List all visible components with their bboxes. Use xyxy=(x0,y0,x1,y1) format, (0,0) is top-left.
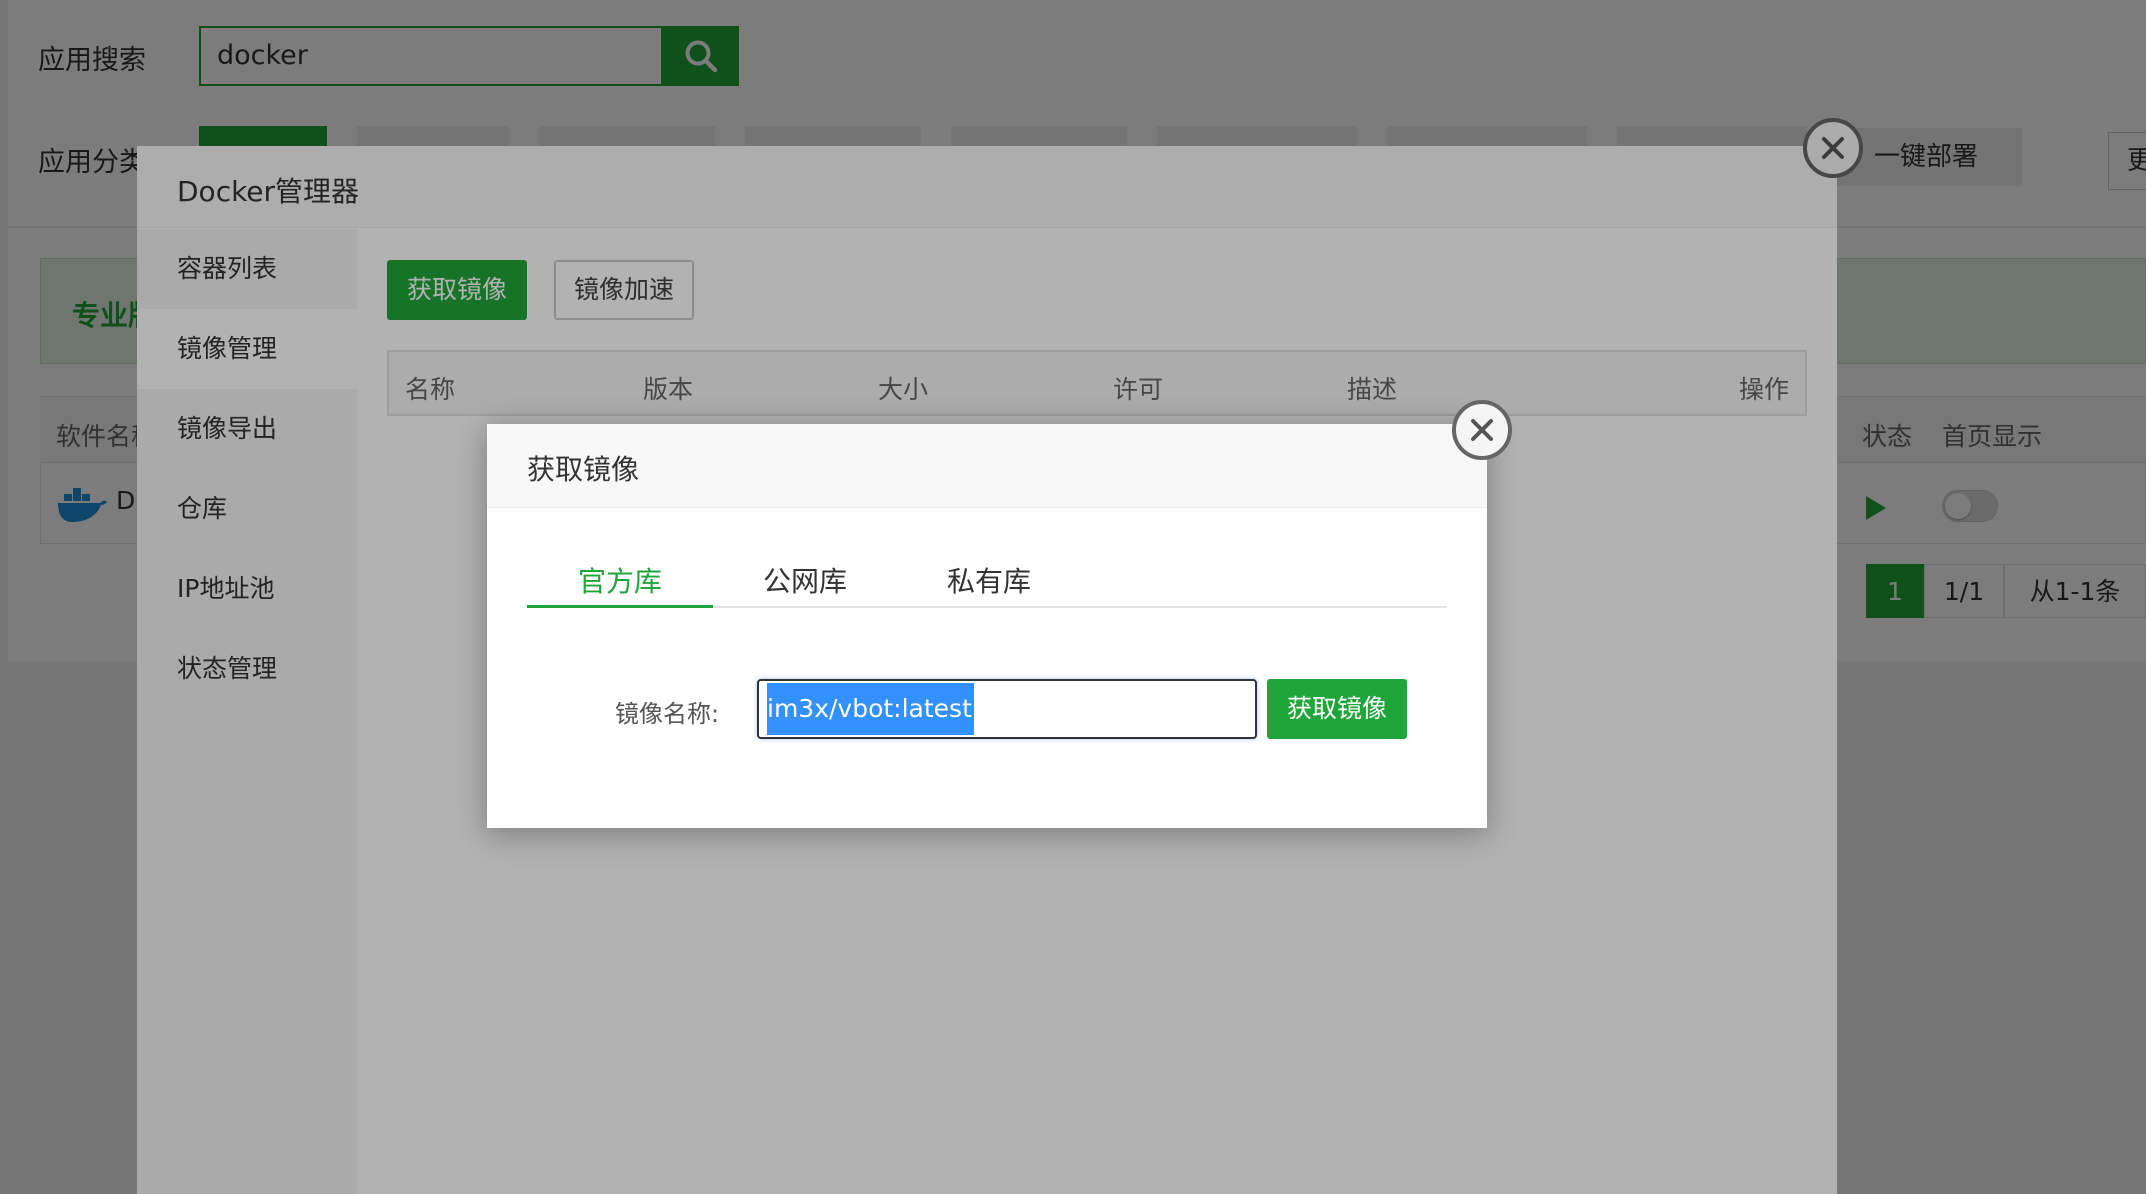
fetch-image-dialog: 获取镜像 官方库 公网库 私有库 镜像名称: im3x/vbot:latest … xyxy=(487,424,1487,828)
fetch-image-title-bar: 获取镜像 xyxy=(487,424,1487,508)
close-icon xyxy=(1471,419,1493,441)
tab-private-repo[interactable]: 私有库 xyxy=(897,560,1081,608)
fetch-image-title: 获取镜像 xyxy=(527,453,640,486)
image-name-label: 镜像名称: xyxy=(615,700,720,728)
fetch-image-submit-button[interactable]: 获取镜像 xyxy=(1267,679,1407,739)
image-name-input-value: im3x/vbot:latest xyxy=(767,683,974,735)
tab-official-repo[interactable]: 官方库 xyxy=(527,560,713,608)
tab-public-repo[interactable]: 公网库 xyxy=(713,560,897,608)
image-name-input[interactable]: im3x/vbot:latest xyxy=(757,679,1257,739)
fetch-image-close-button[interactable] xyxy=(1452,400,1512,460)
